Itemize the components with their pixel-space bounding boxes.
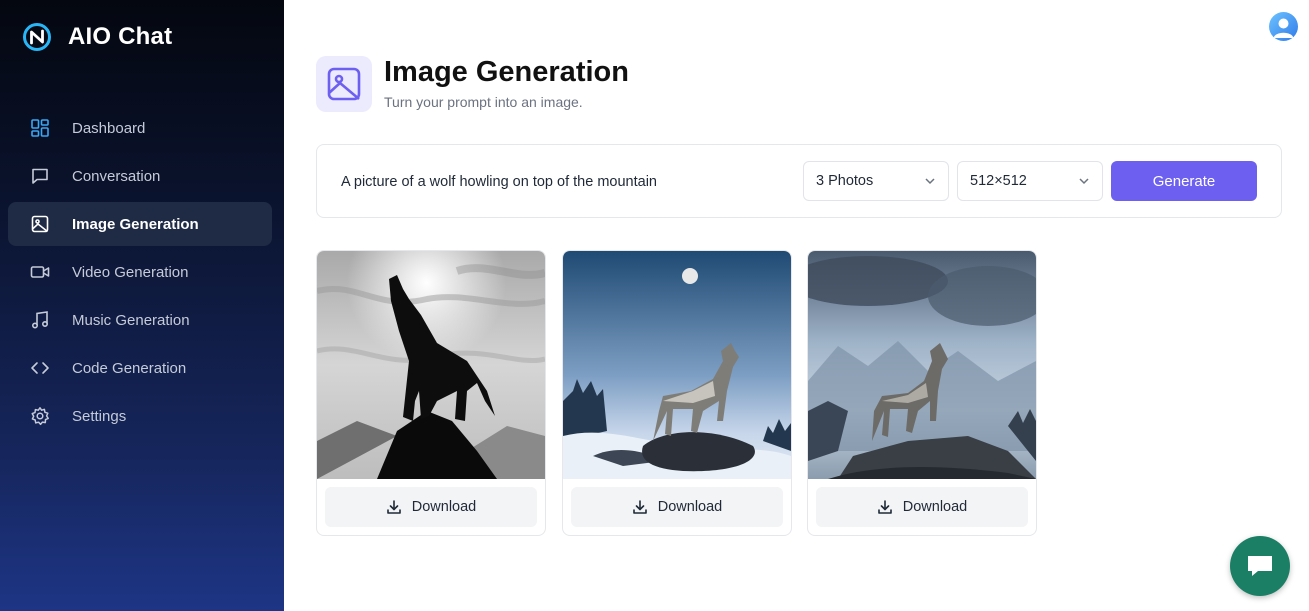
sidebar-item-settings[interactable]: Settings [8, 394, 272, 438]
result-card: Download [562, 250, 792, 536]
page-image-icon [316, 56, 372, 112]
wolf-cloudy-sky-image [808, 251, 1036, 479]
sidebar-item-label: Video Generation [72, 263, 189, 281]
chat-support-button[interactable] [1230, 536, 1290, 596]
aio-logo-icon [23, 23, 51, 51]
download-button[interactable]: Download [571, 487, 783, 527]
sidebar-item-music-generation[interactable]: Music Generation [8, 298, 272, 342]
sidebar-item-label: Music Generation [72, 311, 190, 329]
chat-support-icon [1248, 556, 1272, 576]
sidebar-item-label: Code Generation [72, 359, 187, 377]
sidebar: AIO Chat Dashboard Conversation Image Ge… [0, 0, 284, 611]
sidebar-item-image-generation[interactable]: Image Generation [8, 202, 272, 246]
sidebar-item-conversation[interactable]: Conversation [8, 154, 272, 198]
sidebar-item-dashboard[interactable]: Dashboard [8, 106, 272, 150]
sidebar-item-video-generation[interactable]: Video Generation [8, 250, 272, 294]
download-label: Download [902, 499, 968, 515]
wolf-monochrome-image [317, 251, 545, 479]
sidebar-item-code-generation[interactable]: Code Generation [8, 346, 272, 390]
download-label: Download [411, 499, 477, 515]
sidebar-item-label: Image Generation [72, 215, 199, 233]
photo-count-select[interactable]: 3 Photos [803, 161, 949, 201]
chevron-down-icon [925, 178, 935, 185]
code-brackets-icon [30, 358, 50, 378]
sidebar-item-label: Dashboard [72, 119, 146, 137]
prompt-card: A picture of a wolf howling on top of th… [316, 144, 1282, 218]
image-icon [30, 214, 50, 234]
sidebar-item-label: Conversation [72, 167, 161, 185]
sidebar-item-label: Settings [72, 407, 127, 425]
music-note-icon [30, 310, 50, 330]
page-title: Image Generation [384, 56, 629, 88]
chat-bubble-icon [30, 166, 50, 186]
download-button[interactable]: Download [325, 487, 537, 527]
image-size-select[interactable]: 512×512 [957, 161, 1103, 201]
wolf-moon-snow-image [563, 251, 791, 479]
download-icon [386, 500, 401, 514]
result-card: Download [316, 250, 546, 536]
download-label: Download [657, 499, 723, 515]
result-card: Download [807, 250, 1037, 536]
page-subtitle: Turn your prompt into an image. [384, 94, 583, 110]
download-icon [877, 500, 892, 514]
dashboard-icon [30, 118, 50, 138]
chevron-down-icon [1079, 178, 1089, 185]
brand-name: AIO Chat [68, 23, 173, 50]
gear-icon [30, 406, 50, 426]
brand[interactable]: AIO Chat [22, 22, 172, 52]
photo-count-value: 3 Photos [816, 173, 874, 189]
download-button[interactable]: Download [816, 487, 1028, 527]
image-size-value: 512×512 [970, 173, 1027, 189]
generate-button[interactable]: Generate [1111, 161, 1257, 201]
sidebar-nav: Dashboard Conversation Image Generation [8, 106, 272, 442]
download-icon [632, 500, 647, 514]
user-avatar-icon[interactable] [1269, 12, 1298, 41]
video-camera-icon [30, 262, 50, 282]
prompt-input[interactable]: A picture of a wolf howling on top of th… [341, 174, 657, 190]
